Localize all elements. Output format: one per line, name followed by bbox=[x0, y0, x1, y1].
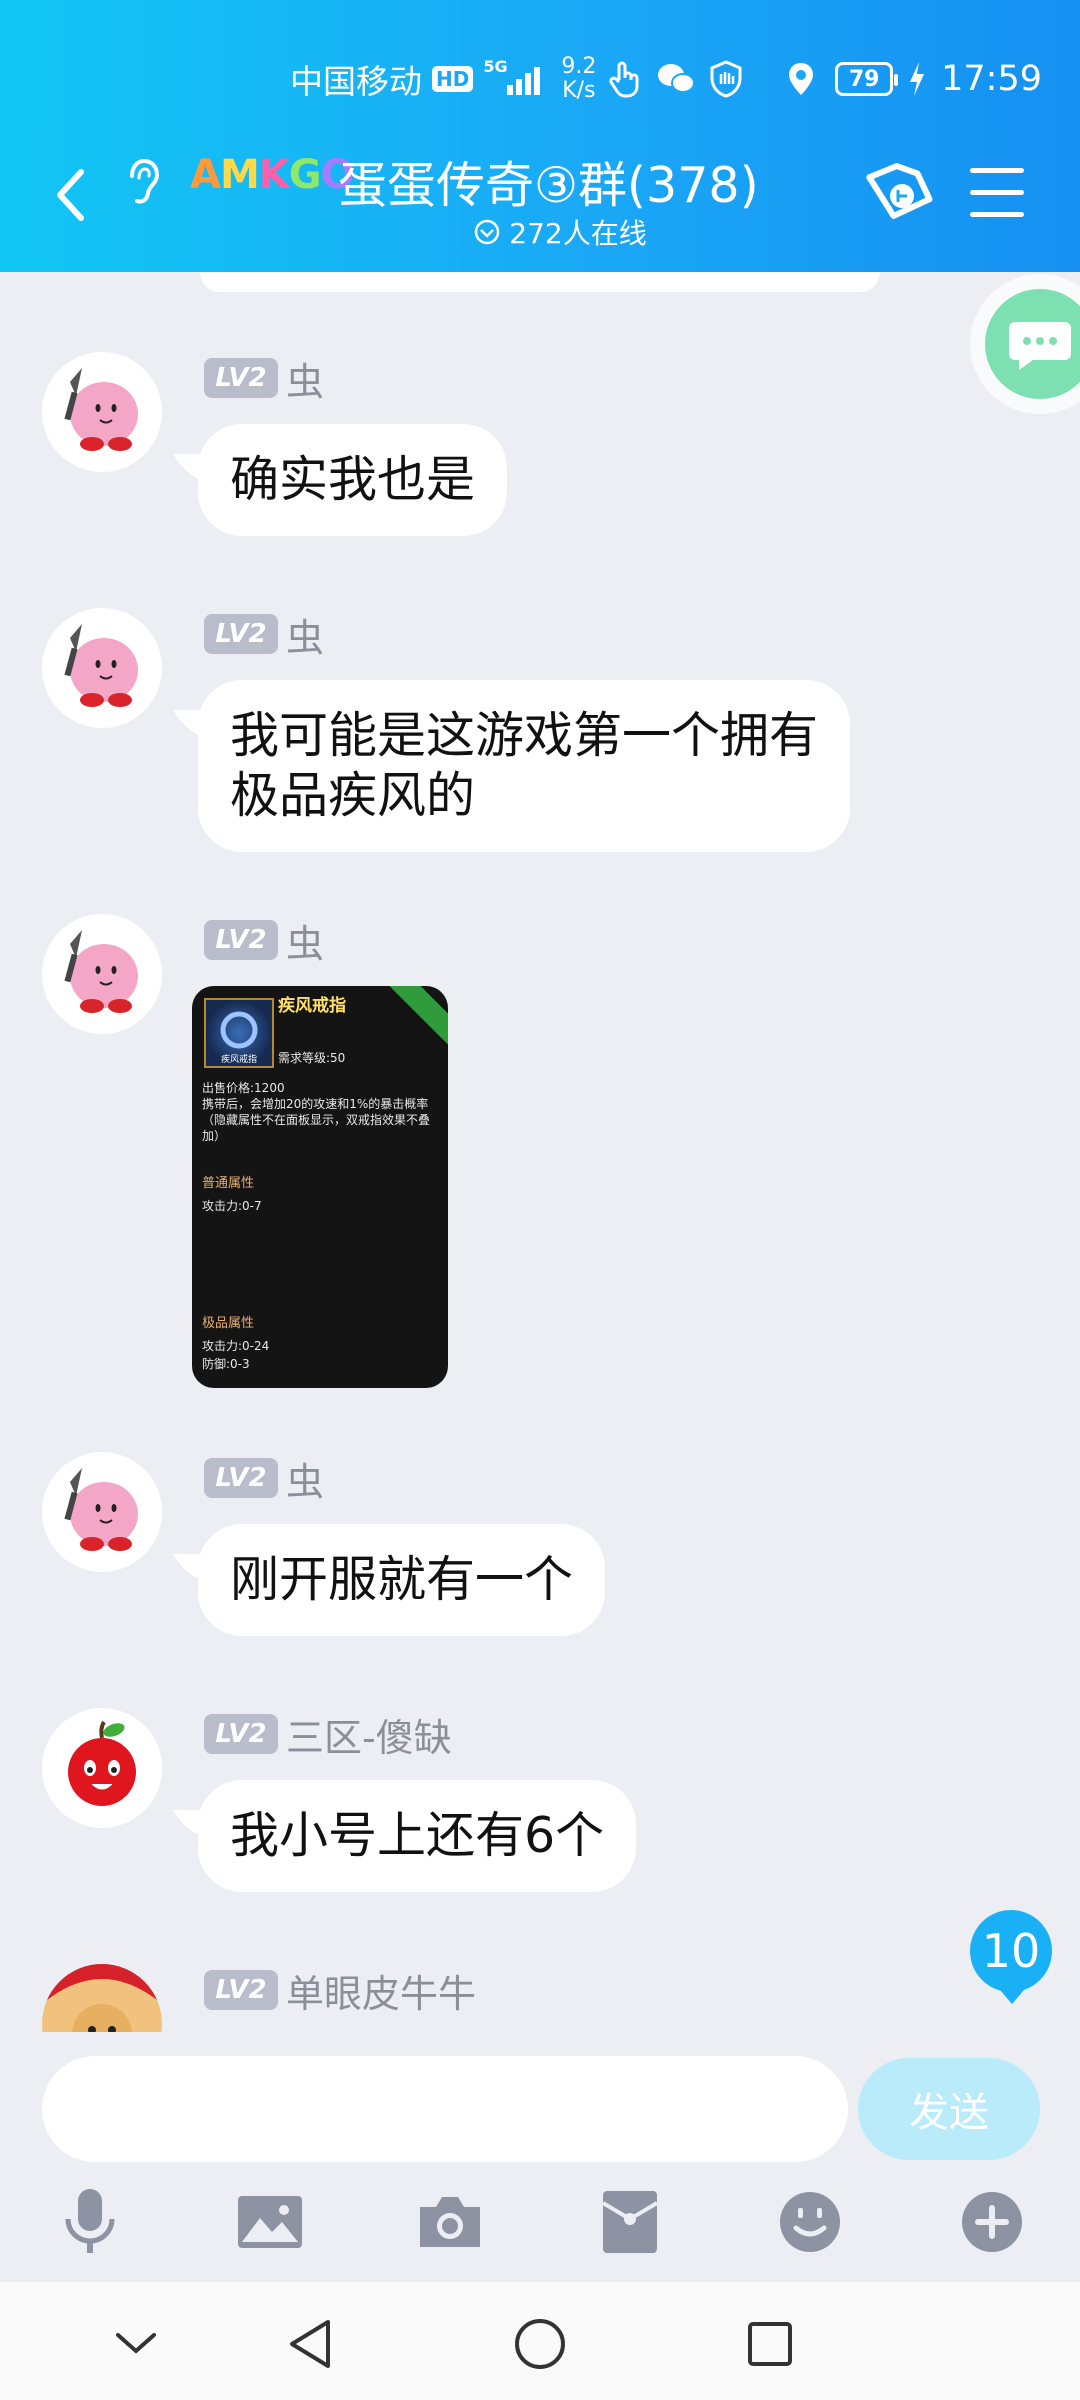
group-brand-logo: AMKGO bbox=[190, 152, 355, 198]
chat-messages[interactable]: LV2 虫 确实我也是 LV2 虫 我可能是这游戏第一个拥有 极品疾风的 LV2… bbox=[0, 272, 1080, 2032]
wechat-icon bbox=[656, 59, 696, 99]
avatar[interactable] bbox=[42, 352, 162, 472]
item-image-message[interactable]: 疾风戒指 疾风戒指 需求等级:50 出售价格:1200 携带后，会增加20的攻速… bbox=[192, 986, 448, 1388]
normal-attack: 攻击力:0-7 bbox=[202, 1199, 262, 1213]
sender-name[interactable]: 虫 bbox=[286, 607, 324, 662]
message-line: 极品疾风的 bbox=[230, 767, 476, 824]
shield-hand-icon bbox=[706, 59, 746, 99]
camera-icon bbox=[420, 2197, 480, 2247]
avatar[interactable] bbox=[42, 608, 162, 728]
level-badge: LV2 bbox=[204, 358, 278, 398]
tag-icon bbox=[866, 163, 933, 219]
circle-home-icon bbox=[515, 2319, 565, 2369]
triangle-back-icon bbox=[290, 2320, 330, 2368]
clock-time: 17:59 bbox=[941, 59, 1042, 99]
chat-header: 中国移动 HD 5G 9.2 K/s 79 17:59 AMKGO 蛋蛋传奇③群… bbox=[0, 0, 1080, 272]
unread-count-badge[interactable]: 10 bbox=[970, 1910, 1052, 2004]
battery-indicator: 79 bbox=[835, 62, 899, 96]
online-count-label: 272人在线 bbox=[509, 217, 647, 250]
item-effect: 携带后，会增加20的攻速和1%的暴击概率（隐藏属性不在面板显示，双戒指效果不叠加… bbox=[202, 1097, 431, 1143]
status-bar-right: 79 17:59 bbox=[781, 56, 1042, 102]
nav-back-button[interactable] bbox=[270, 2304, 350, 2384]
message-input[interactable] bbox=[42, 2056, 848, 2162]
ring-item-icon: 疾风戒指 bbox=[204, 998, 274, 1068]
red-packet-button[interactable] bbox=[588, 2180, 672, 2264]
more-button[interactable] bbox=[950, 2180, 1034, 2264]
location-icon bbox=[781, 59, 821, 99]
ribbon-decoration bbox=[384, 986, 448, 1053]
normal-attr-title: 普通属性 bbox=[202, 1176, 255, 1191]
level-badge: LV2 bbox=[204, 1458, 278, 1498]
sender-info: LV2 单眼皮牛牛 bbox=[204, 1968, 476, 2016]
message-line: 我可能是这游戏第一个拥有 bbox=[230, 707, 819, 764]
sender-name[interactable]: 虫 bbox=[286, 351, 324, 406]
emoji-icon bbox=[780, 2192, 840, 2252]
nav-collapse-button[interactable] bbox=[96, 2304, 176, 2384]
nav-home-button[interactable] bbox=[500, 2304, 580, 2384]
input-toolbar bbox=[0, 2180, 1080, 2280]
rare-attack: 攻击力:0-24 bbox=[202, 1339, 270, 1353]
message-bubble[interactable]: 确实我也是 bbox=[198, 424, 508, 536]
message-bubble[interactable]: 我可能是这游戏第一个拥有 极品疾风的 bbox=[198, 680, 851, 852]
status-bar-left: 中国移动 HD 5G 9.2 K/s bbox=[290, 54, 746, 103]
chevron-down-circle-icon bbox=[475, 219, 500, 245]
sender-info: LV2 虫 bbox=[204, 356, 324, 404]
chat-title[interactable]: 蛋蛋传奇③群(378) bbox=[338, 146, 759, 217]
floating-chat-button[interactable] bbox=[970, 274, 1080, 414]
rare-attr-title: 极品属性 bbox=[202, 1316, 255, 1331]
sender-info: LV2 三区-傻缺 bbox=[204, 1712, 452, 1760]
signal-5g-icon: 5G bbox=[483, 59, 543, 99]
previous-message-bubble bbox=[200, 272, 880, 292]
item-description: 出售价格:1200 携带后，会增加20的攻速和1%的暴击概率（隐藏属性不在面板显… bbox=[202, 1080, 438, 1144]
image-button[interactable] bbox=[228, 2180, 312, 2264]
message-bubble[interactable]: 刚开服就有一个 bbox=[198, 1524, 606, 1636]
item-price: 出售价格:1200 bbox=[202, 1081, 285, 1095]
plus-icon bbox=[962, 2192, 1022, 2252]
system-nav-bar bbox=[0, 2282, 1080, 2400]
microphone-icon bbox=[65, 2189, 115, 2253]
chat-bubble-icon bbox=[1009, 322, 1071, 370]
red-packet-icon bbox=[601, 2191, 659, 2253]
nav-recents-button[interactable] bbox=[730, 2304, 810, 2384]
menu-icon bbox=[970, 168, 1024, 173]
item-name: 疾风戒指 bbox=[278, 996, 346, 1016]
level-badge: LV2 bbox=[204, 1970, 278, 2010]
item-requirement: 需求等级:50 bbox=[278, 1051, 346, 1065]
sender-info: LV2 虫 bbox=[204, 1456, 324, 1504]
sender-info: LV2 虫 bbox=[204, 918, 324, 966]
sender-name[interactable]: 三区-傻缺 bbox=[286, 1707, 452, 1762]
charging-icon bbox=[907, 59, 927, 99]
sender-name[interactable]: 虫 bbox=[286, 913, 324, 968]
ear-icon[interactable] bbox=[124, 158, 164, 208]
sender-name[interactable]: 虫 bbox=[286, 1451, 324, 1506]
level-badge: LV2 bbox=[204, 614, 278, 654]
avatar[interactable] bbox=[42, 1708, 162, 1828]
hand-gesture-icon bbox=[606, 59, 646, 99]
chevron-down-icon bbox=[116, 2333, 156, 2354]
level-badge: LV2 bbox=[204, 920, 278, 960]
level-badge: LV2 bbox=[204, 1714, 278, 1754]
emoji-button[interactable] bbox=[768, 2180, 852, 2264]
image-icon bbox=[238, 2196, 302, 2248]
avatar[interactable] bbox=[42, 1964, 162, 2032]
carrier-name: 中国移动 bbox=[290, 62, 422, 101]
hd-badge: HD bbox=[432, 66, 474, 92]
rare-defense: 防御:0-3 bbox=[202, 1357, 250, 1371]
square-recents-icon bbox=[748, 2322, 792, 2366]
svg-text:疾风戒指: 疾风戒指 bbox=[221, 1053, 257, 1065]
send-button[interactable]: 发送 bbox=[858, 2058, 1040, 2160]
avatar[interactable] bbox=[42, 1452, 162, 1572]
net-speed: 9.2 K/s bbox=[561, 54, 597, 103]
sender-info: LV2 虫 bbox=[204, 612, 324, 660]
menu-button[interactable] bbox=[970, 168, 1024, 218]
message-bubble[interactable]: 我小号上还有6个 bbox=[198, 1780, 637, 1892]
sender-name[interactable]: 单眼皮牛牛 bbox=[286, 1963, 476, 2018]
voice-button[interactable] bbox=[48, 2180, 132, 2264]
camera-button[interactable] bbox=[408, 2180, 492, 2264]
avatar[interactable] bbox=[42, 914, 162, 1034]
input-area: 发送 bbox=[0, 2032, 1080, 2282]
group-tag-button[interactable] bbox=[858, 160, 938, 230]
